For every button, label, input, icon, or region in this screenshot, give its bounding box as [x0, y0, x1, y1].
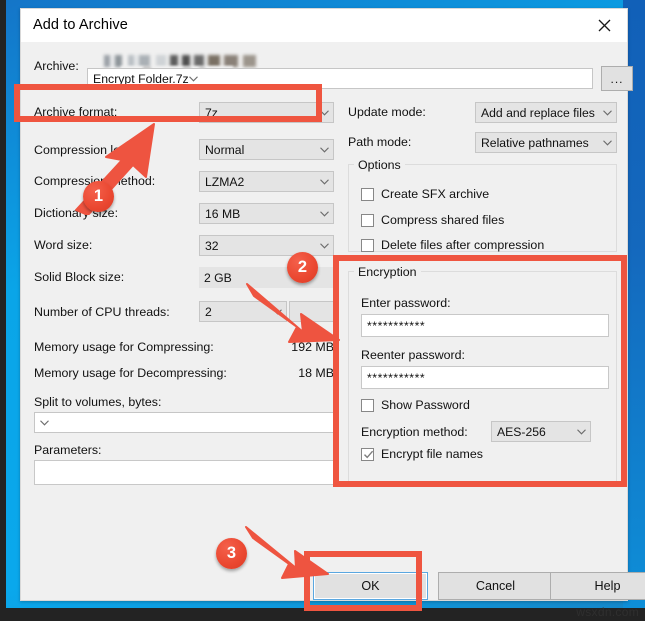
- chevron-down-icon[interactable]: [598, 103, 616, 122]
- compression-level-value: Normal: [205, 142, 245, 157]
- solid-block-size-combo[interactable]: 2 GB: [199, 267, 334, 288]
- archive-path-value: Encrypt Folder.7z: [93, 71, 189, 86]
- compression-level-label: Compression level:: [34, 143, 140, 157]
- cancel-button[interactable]: Cancel: [438, 572, 553, 600]
- parameters-label: Parameters:: [34, 443, 102, 457]
- add-to-archive-dialog: Add to Archive Archive: Encrypt Folder.7…: [20, 8, 645, 601]
- word-size-label: Word size:: [34, 238, 93, 252]
- split-volumes-label: Split to volumes, bytes:: [34, 395, 162, 409]
- enter-password-value: ***********: [367, 318, 426, 333]
- compression-method-value: LZMA2: [205, 174, 245, 189]
- memory-compressing-label: Memory usage for Compressing:: [34, 340, 214, 354]
- reenter-password-input[interactable]: ***********: [361, 366, 609, 389]
- encrypt-file-names-checkbox[interactable]: [361, 448, 374, 461]
- archive-format-label: Archive format:: [34, 105, 118, 119]
- cpu-threads-combo[interactable]: 2: [199, 301, 287, 322]
- chevron-down-icon[interactable]: [315, 103, 333, 122]
- memory-compressing-value: 192 MB: [291, 340, 334, 354]
- browse-button[interactable]: ...: [601, 66, 633, 91]
- archive-path-input[interactable]: Encrypt Folder.7z: [87, 68, 593, 89]
- encrypt-file-names-label: Encrypt file names: [381, 447, 483, 461]
- chevron-down-icon[interactable]: [40, 419, 49, 426]
- ok-button[interactable]: OK: [313, 572, 428, 600]
- cpu-threads-secondary-field[interactable]: [289, 301, 335, 322]
- dictionary-size-value: 16 MB: [205, 206, 241, 221]
- chevron-down-icon[interactable]: [315, 140, 333, 159]
- chevron-down-icon[interactable]: [598, 133, 616, 152]
- path-mode-combo[interactable]: Relative pathnames: [475, 132, 617, 153]
- compression-method-combo[interactable]: LZMA2: [199, 171, 334, 192]
- dictionary-size-combo[interactable]: 16 MB: [199, 203, 334, 224]
- chevron-down-icon[interactable]: [268, 302, 286, 321]
- update-mode-combo[interactable]: Add and replace files: [475, 102, 617, 123]
- chevron-down-icon[interactable]: [572, 422, 590, 441]
- create-sfx-archive-checkbox[interactable]: [361, 188, 374, 201]
- update-mode-value: Add and replace files: [481, 105, 595, 120]
- encryption-method-label: Encryption method:: [361, 425, 468, 439]
- archive-format-combo[interactable]: 7z: [199, 102, 334, 123]
- options-group-title: Options: [354, 158, 405, 172]
- path-mode-value: Relative pathnames: [481, 135, 589, 150]
- dialog-titlebar: Add to Archive: [21, 9, 627, 43]
- encryption-method-value: AES-256: [497, 424, 546, 439]
- dialog-title: Add to Archive: [33, 17, 128, 33]
- show-password-label: Show Password: [381, 398, 470, 412]
- solid-block-size-value: 2 GB: [204, 270, 232, 285]
- watermark: wsxdn.com: [576, 605, 639, 619]
- parameters-input[interactable]: [34, 460, 334, 485]
- cpu-threads-value: 2: [205, 304, 212, 319]
- memory-decompressing-label: Memory usage for Decompressing:: [34, 366, 227, 380]
- reenter-password-label: Reenter password:: [361, 348, 465, 362]
- path-mode-label: Path mode:: [348, 135, 412, 149]
- split-volumes-combo[interactable]: [34, 412, 334, 433]
- update-mode-label: Update mode:: [348, 105, 426, 119]
- checkmark-icon: [363, 450, 374, 459]
- word-size-value: 32: [205, 238, 219, 253]
- compression-level-combo[interactable]: Normal: [199, 139, 334, 160]
- chevron-down-icon[interactable]: [315, 172, 333, 191]
- encryption-group-title: Encryption: [354, 265, 421, 279]
- memory-decompressing-value: 18 MB: [298, 366, 334, 380]
- show-password-checkbox[interactable]: [361, 399, 374, 412]
- archive-format-value: 7z: [205, 105, 218, 120]
- chevron-down-icon[interactable]: [315, 204, 333, 223]
- desktop-background: Add to Archive Archive: Encrypt Folder.7…: [0, 0, 645, 621]
- enter-password-input[interactable]: ***********: [361, 314, 609, 337]
- close-icon[interactable]: [582, 9, 627, 41]
- cpu-threads-label: Number of CPU threads:: [34, 305, 170, 319]
- help-button[interactable]: Help: [550, 572, 645, 600]
- delete-files-after-compression-label: Delete files after compression: [381, 238, 545, 252]
- compress-shared-files-checkbox[interactable]: [361, 214, 374, 227]
- enter-password-label: Enter password:: [361, 296, 451, 310]
- compress-shared-files-label: Compress shared files: [381, 213, 505, 227]
- dictionary-size-label: Dictionary size:: [34, 206, 119, 220]
- chevron-down-icon[interactable]: [188, 75, 198, 82]
- compression-method-label: Compression method:: [34, 174, 156, 188]
- encryption-method-combo[interactable]: AES-256: [491, 421, 591, 442]
- delete-files-after-compression-checkbox[interactable]: [361, 239, 374, 252]
- create-sfx-archive-label: Create SFX archive: [381, 187, 490, 201]
- word-size-combo[interactable]: 32: [199, 235, 334, 256]
- chevron-down-icon[interactable]: [315, 236, 333, 255]
- archive-label: Archive:: [34, 59, 79, 73]
- reenter-password-value: ***********: [367, 370, 426, 385]
- solid-block-size-label: Solid Block size:: [34, 270, 125, 284]
